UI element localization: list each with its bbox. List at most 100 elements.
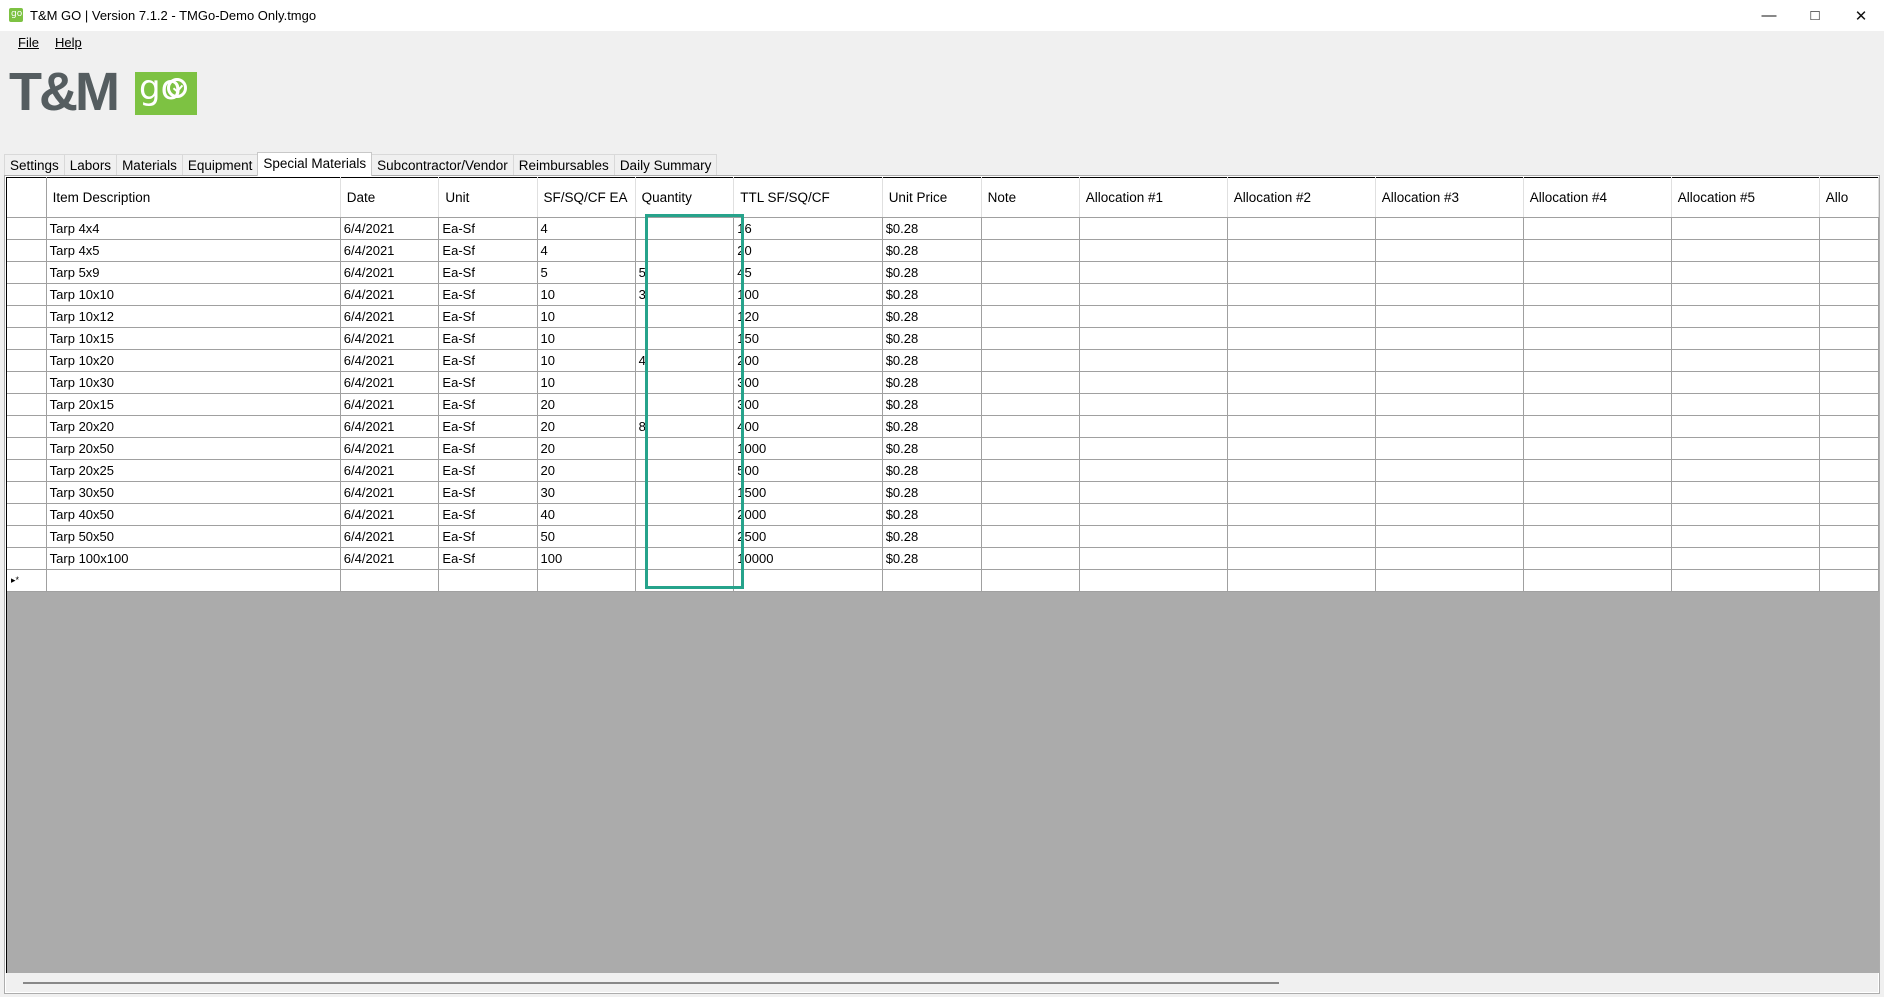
- grid-cell[interactable]: $0.28: [882, 503, 982, 526]
- grid-cell[interactable]: Ea-Sf: [438, 415, 538, 438]
- grid-cell[interactable]: [733, 569, 883, 592]
- grid-cell[interactable]: $0.28: [882, 349, 982, 372]
- table-row[interactable]: Tarp 100x100 6/4/2021 Ea-Sf 100 10000 $0.28: [7, 547, 1879, 570]
- grid-cell[interactable]: [981, 415, 1080, 438]
- grid-cell[interactable]: $0.28: [882, 393, 982, 416]
- grid-cell[interactable]: [1227, 415, 1376, 438]
- grid-cell[interactable]: Ea-Sf: [438, 459, 538, 482]
- row-header[interactable]: [7, 415, 47, 438]
- grid-cell[interactable]: [981, 503, 1080, 526]
- grid-cell[interactable]: Tarp 4x5: [46, 239, 341, 262]
- grid-cell[interactable]: 6/4/2021: [340, 283, 440, 306]
- grid-cell[interactable]: 10: [537, 371, 636, 394]
- grid-cell[interactable]: [635, 371, 735, 394]
- grid-cell[interactable]: [1375, 239, 1524, 262]
- grid-cell[interactable]: 6/4/2021: [340, 239, 440, 262]
- grid-cell[interactable]: [1819, 349, 1879, 372]
- row-header[interactable]: [7, 217, 47, 240]
- minimize-icon[interactable]: —: [1746, 0, 1792, 31]
- grid-cell[interactable]: 6/4/2021: [340, 459, 440, 482]
- grid-cell[interactable]: [1227, 349, 1376, 372]
- tab-special-materials[interactable]: Special Materials: [257, 152, 373, 176]
- grid-cell[interactable]: [1227, 327, 1376, 350]
- grid-cell[interactable]: [1819, 459, 1879, 482]
- column-header[interactable]: Unit: [438, 177, 538, 218]
- grid-cell[interactable]: [1227, 481, 1376, 504]
- grid-cell[interactable]: 6/4/2021: [340, 393, 440, 416]
- grid-cell[interactable]: [981, 305, 1080, 328]
- grid-cell[interactable]: [1819, 503, 1879, 526]
- menu-file[interactable]: File: [18, 35, 39, 50]
- grid-cell[interactable]: [1375, 305, 1524, 328]
- grid-cell[interactable]: 6/4/2021: [340, 327, 440, 350]
- grid-cell[interactable]: Ea-Sf: [438, 547, 538, 570]
- grid-cell[interactable]: [1523, 525, 1672, 548]
- grid-cell[interactable]: [1523, 239, 1672, 262]
- column-header[interactable]: Quantity: [635, 177, 735, 218]
- grid-cell[interactable]: 4: [537, 239, 636, 262]
- column-header[interactable]: Unit Price: [882, 177, 982, 218]
- grid-cell[interactable]: [981, 327, 1080, 350]
- grid-cell[interactable]: [981, 437, 1080, 460]
- row-header[interactable]: [7, 305, 47, 328]
- grid-cell[interactable]: [1819, 327, 1879, 350]
- grid-cell[interactable]: 300: [733, 371, 883, 394]
- grid-cell[interactable]: [1079, 569, 1228, 592]
- grid-cell[interactable]: $0.28: [882, 459, 982, 482]
- grid-cell[interactable]: [1227, 525, 1376, 548]
- grid-cell[interactable]: Tarp 4x4: [46, 217, 341, 240]
- grid-cell[interactable]: [1523, 503, 1672, 526]
- grid-cell[interactable]: Ea-Sf: [438, 349, 538, 372]
- grid-cell[interactable]: 1500: [733, 481, 883, 504]
- grid-cell[interactable]: Tarp 50x50: [46, 525, 341, 548]
- scrollbar-thumb[interactable]: [23, 982, 1279, 984]
- grid-cell[interactable]: [1671, 569, 1820, 592]
- grid-cell[interactable]: [1671, 415, 1820, 438]
- grid-cell[interactable]: [1079, 371, 1228, 394]
- grid-cell[interactable]: [1819, 371, 1879, 394]
- grid-cell[interactable]: [981, 459, 1080, 482]
- grid-cell[interactable]: [1375, 393, 1524, 416]
- grid-cell[interactable]: [981, 547, 1080, 570]
- grid-cell[interactable]: [1671, 261, 1820, 284]
- grid-cell[interactable]: [1227, 239, 1376, 262]
- grid-cell[interactable]: 5: [635, 261, 735, 284]
- grid-cell[interactable]: [1375, 261, 1524, 284]
- maximize-icon[interactable]: □: [1792, 0, 1838, 31]
- grid-cell[interactable]: Ea-Sf: [438, 503, 538, 526]
- grid-cell[interactable]: [635, 481, 735, 504]
- row-header[interactable]: [7, 503, 47, 526]
- row-header[interactable]: [7, 437, 47, 460]
- grid-cell[interactable]: [981, 525, 1080, 548]
- grid-cell[interactable]: [981, 349, 1080, 372]
- grid-cell[interactable]: 10000: [733, 547, 883, 570]
- new-row[interactable]: ▸*: [7, 569, 1879, 592]
- grid-cell[interactable]: Tarp 20x25: [46, 459, 341, 482]
- grid-cell[interactable]: 100: [537, 547, 636, 570]
- grid-cell[interactable]: 6/4/2021: [340, 349, 440, 372]
- grid-cell[interactable]: [1819, 283, 1879, 306]
- grid-cell[interactable]: [1523, 261, 1672, 284]
- table-row[interactable]: Tarp 4x4 6/4/2021 Ea-Sf 4 16 $0.28: [7, 217, 1879, 240]
- grid-cell[interactable]: Ea-Sf: [438, 393, 538, 416]
- grid-cell[interactable]: 8: [635, 415, 735, 438]
- grid-cell[interactable]: [1523, 415, 1672, 438]
- grid-cell[interactable]: Ea-Sf: [438, 481, 538, 504]
- grid-cell[interactable]: [1375, 569, 1524, 592]
- row-header[interactable]: [7, 547, 47, 570]
- grid-cell[interactable]: [438, 569, 538, 592]
- grid-cell[interactable]: [1819, 239, 1879, 262]
- grid-cell[interactable]: Tarp 40x50: [46, 503, 341, 526]
- grid-cell[interactable]: Tarp 10x30: [46, 371, 341, 394]
- grid-cell[interactable]: 6/4/2021: [340, 371, 440, 394]
- grid-cell[interactable]: 6/4/2021: [340, 415, 440, 438]
- grid-cell[interactable]: $0.28: [882, 327, 982, 350]
- row-header[interactable]: [7, 327, 47, 350]
- grid-cell[interactable]: [882, 569, 982, 592]
- grid-cell[interactable]: 500: [733, 459, 883, 482]
- grid-cell[interactable]: [1671, 327, 1820, 350]
- table-row[interactable]: Tarp 20x15 6/4/2021 Ea-Sf 20 300 $0.28: [7, 393, 1879, 416]
- grid-cell[interactable]: [1671, 459, 1820, 482]
- grid-cell[interactable]: $0.28: [882, 261, 982, 284]
- grid-cell[interactable]: 100: [733, 283, 883, 306]
